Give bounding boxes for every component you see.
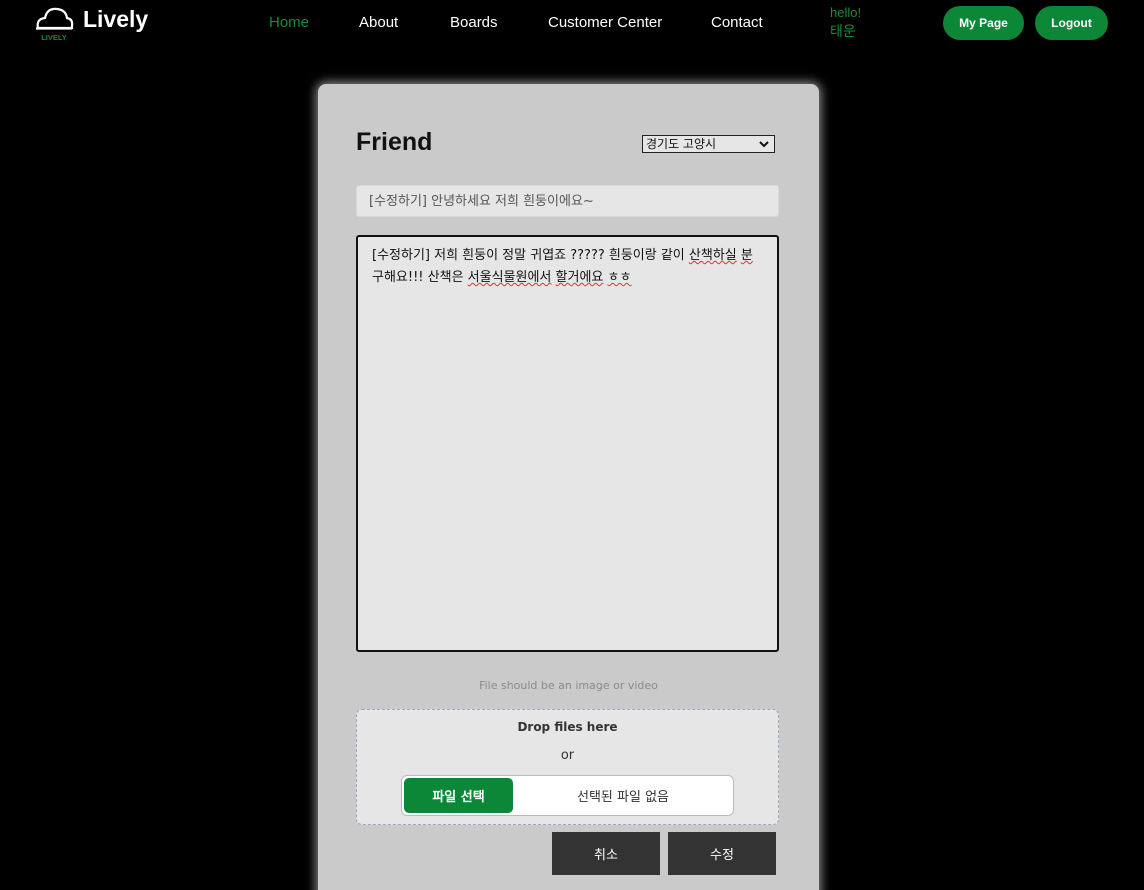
logo-caption: LIVELY <box>41 33 67 42</box>
content-text-misspelled: 산책하실 <box>688 248 737 263</box>
edit-post-card: Friend 경기도 고양시 [수정하기] 안녕하세요 저희 흰둥이에요~ [수… <box>318 84 819 890</box>
logout-button[interactable]: Logout <box>1035 6 1108 40</box>
nav-home[interactable]: Home <box>269 14 309 31</box>
content-textarea[interactable]: [수정하기] 저희 흰둥이 정말 귀엽죠 ????? 흰둥이랑 같이 산책하실 … <box>356 235 779 652</box>
cancel-button[interactable]: 취소 <box>552 832 660 875</box>
or-label: or <box>560 748 575 763</box>
content-text: 구해요!!! 산책은 <box>372 270 468 285</box>
nav-boards[interactable]: Boards <box>450 14 498 31</box>
form-heading: Friend <box>356 128 433 156</box>
username: 태운 <box>830 23 856 39</box>
submit-edit-button[interactable]: 수정 <box>668 832 776 875</box>
title-input[interactable]: [수정하기] 안녕하세요 저희 흰둥이에요~ <box>356 185 779 217</box>
chevron-down-icon <box>759 141 769 148</box>
top-navbar: LIVELY Lively Home About Boards Customer… <box>0 0 1144 46</box>
greeting-text: hello! <box>830 5 862 20</box>
content-text-misspelled: 분 <box>740 248 753 263</box>
my-page-button[interactable]: My Page <box>943 6 1024 40</box>
user-greeting: hello! 태운 <box>830 4 861 40</box>
file-input[interactable]: 파일 선택 선택된 파일 없음 <box>401 775 734 816</box>
nav-contact[interactable]: Contact <box>711 14 763 31</box>
file-dropzone[interactable]: Drop files here or 파일 선택 선택된 파일 없음 <box>356 709 779 825</box>
cloud-logo-icon[interactable]: LIVELY <box>34 4 74 44</box>
region-selected-value: 경기도 고양시 <box>646 137 717 151</box>
nav-about[interactable]: About <box>359 14 398 31</box>
content-text: [수정하기] 저희 흰둥이 정말 귀엽죠 ????? 흰둥이랑 같이 <box>372 248 689 263</box>
no-file-selected-text: 선택된 파일 없음 <box>577 790 669 805</box>
content-text-misspelled: ㅎㅎ <box>607 270 632 285</box>
choose-file-button[interactable]: 파일 선택 <box>404 778 513 813</box>
region-select[interactable]: 경기도 고양시 <box>642 135 775 153</box>
file-hint: File should be an image or video <box>479 679 658 692</box>
content-text-misspelled: 할거에요 <box>555 270 604 285</box>
brand-name[interactable]: Lively <box>83 6 148 33</box>
content-text-misspelled: 서울식물원에서 <box>467 270 552 285</box>
nav-customer-center[interactable]: Customer Center <box>548 14 662 31</box>
drop-label: Drop files here <box>517 720 618 734</box>
